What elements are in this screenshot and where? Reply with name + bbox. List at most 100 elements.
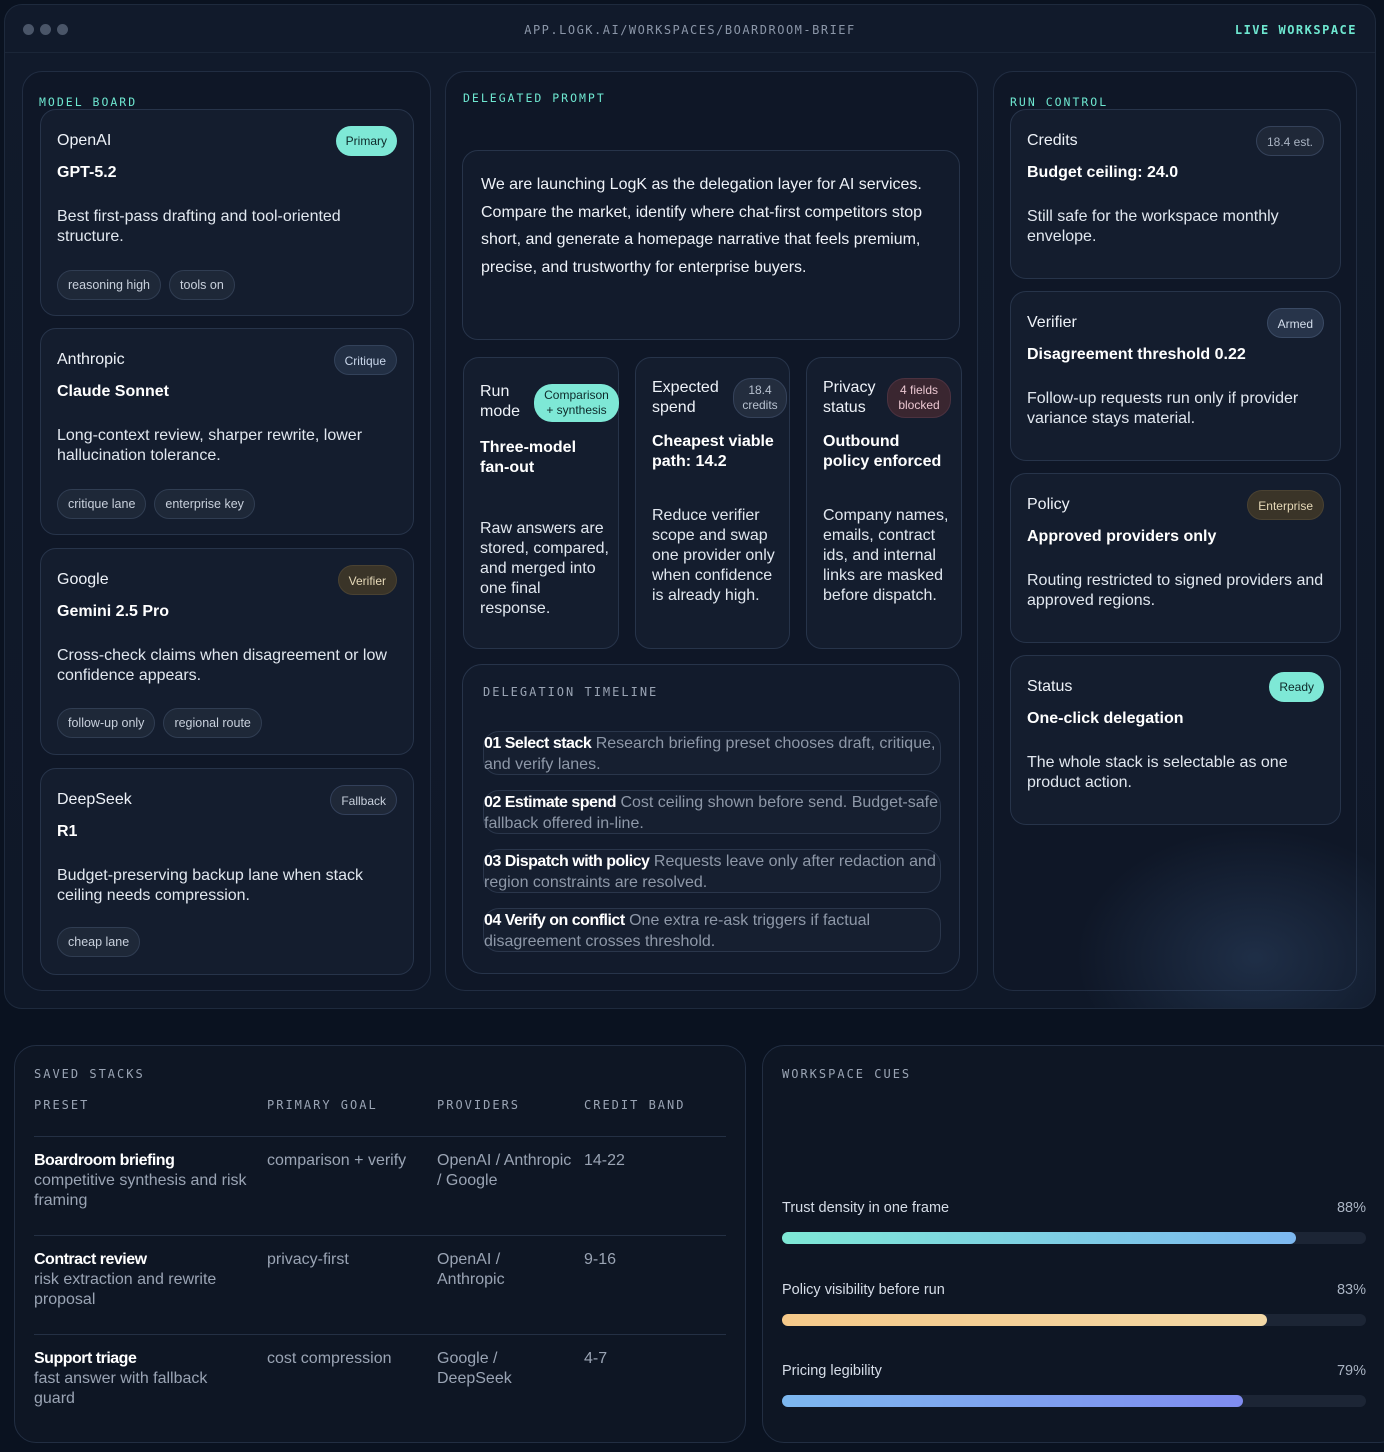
metric-label: Trust density in one frame: [782, 1200, 950, 1216]
metric-value: 79%: [1336, 1363, 1366, 1379]
role-badge: Critique: [333, 345, 397, 375]
card-description: Still safe for the workspace monthly env…: [1027, 208, 1279, 245]
workspace-window: APP.LOGK.AI/WORKSPACES/BOARDROOM-BRIEF L…: [4, 4, 1376, 1009]
chip[interactable]: enterprise key: [154, 489, 255, 519]
delegated-prompt-label: DELEGATED PROMPT: [463, 91, 606, 105]
chip[interactable]: tools on: [169, 270, 235, 300]
role-badge: Primary: [335, 126, 397, 156]
card-heading: Policy: [1027, 496, 1070, 513]
card-heading: Status: [1027, 678, 1073, 695]
mini-title: Outbound policy enforced: [823, 433, 942, 470]
preset-name: Boardroom briefing: [34, 1152, 175, 1169]
privacy-status-card[interactable]: Privacy status 4 fields blocked Outbound…: [806, 357, 962, 649]
progress-fill: [782, 1395, 1244, 1407]
chip[interactable]: cheap lane: [57, 927, 141, 957]
card-badge: 18.4 est.: [1255, 126, 1324, 156]
chip[interactable]: follow-up only: [57, 708, 156, 738]
mini-badge: 4 fields blocked: [887, 378, 951, 418]
table-cell-providers: OpenAI / Anthropic: [437, 1251, 505, 1288]
model-card-google[interactable]: Google Verifier Gemini 2.5 Pro Cross-che…: [40, 548, 414, 755]
model-description: Best first-pass drafting and tool-orient…: [57, 208, 341, 245]
step-title: 01 Select stack: [484, 735, 592, 752]
preset-subtitle: risk extraction and rewrite proposal: [34, 1271, 217, 1308]
card-title: Approved providers only: [1027, 528, 1217, 545]
saved-stacks-label: SAVED STACKS: [34, 1067, 145, 1081]
model-card-openai[interactable]: OpenAI Primary GPT-5.2 Best first-pass d…: [40, 109, 414, 316]
card-heading: Credits: [1027, 132, 1078, 149]
table-row-preset[interactable]: Support triage fast answer with fallback…: [34, 1349, 249, 1409]
mini-heading: Privacy status: [823, 379, 876, 416]
table-cell-goal: comparison + verify: [267, 1152, 407, 1169]
expected-spend-card[interactable]: Expected spend 18.4 credits Cheapest via…: [635, 357, 790, 649]
table-row-preset[interactable]: Contract review risk extraction and rewr…: [34, 1250, 259, 1310]
progress-track: [782, 1395, 1366, 1407]
table-cell-goal: privacy-first: [267, 1251, 349, 1268]
run-control-panel: RUN CONTROL Credits 18.4 est. Budget cei…: [993, 71, 1357, 991]
mini-description: Company names, emails, contract ids, and…: [823, 507, 949, 604]
provider-name: OpenAI: [57, 132, 112, 149]
chip[interactable]: critique lane: [57, 489, 147, 519]
card-badge: Enterprise: [1247, 490, 1324, 520]
step-title: 03 Dispatch with policy: [484, 853, 650, 870]
policy-card[interactable]: Policy Enterprise Approved providers onl…: [1010, 473, 1341, 643]
mini-badge: Comparison + synthesis: [534, 384, 619, 422]
model-card-anthropic[interactable]: Anthropic Critique Claude Sonnet Long-co…: [40, 328, 414, 535]
table-cell-providers: OpenAI / Anthropic / Google: [437, 1152, 572, 1189]
table-cell-providers: Google / DeepSeek: [437, 1350, 512, 1387]
model-description: Cross-check claims when disagreement or …: [57, 647, 387, 684]
mini-title: Three-model fan-out: [480, 439, 577, 476]
model-board-panel: MODEL BOARD OpenAI Primary GPT-5.2 Best …: [22, 71, 431, 991]
preset-subtitle: competitive synthesis and risk framing: [34, 1172, 247, 1209]
timeline-step[interactable]: 04 Verify on conflict One extra re-ask t…: [483, 908, 941, 952]
step-title: 04 Verify on conflict: [484, 912, 625, 929]
metric-label: Policy visibility before run: [782, 1282, 945, 1298]
delegation-timeline: DELEGATION TIMELINE 01 Select stack Rese…: [462, 664, 960, 974]
timeline-step[interactable]: 03 Dispatch with policy Requests leave o…: [483, 849, 941, 893]
metric-label: Pricing legibility: [782, 1363, 882, 1379]
timeline-step[interactable]: 01 Select stack Research briefing preset…: [483, 731, 941, 775]
preset-name: Support triage: [34, 1350, 137, 1367]
card-badge: Armed: [1266, 308, 1324, 338]
chip-row: follow-up only regional route: [57, 708, 262, 738]
row-divider: [34, 1136, 726, 1137]
prompt-text[interactable]: We are launching LogK as the delegation …: [462, 150, 960, 340]
preset-subtitle: fast answer with fallback guard: [34, 1370, 208, 1407]
metric-value: 83%: [1336, 1282, 1366, 1298]
timeline-step[interactable]: 02 Estimate spend Cost ceiling shown bef…: [483, 790, 941, 834]
model-description: Long-context review, sharper rewrite, lo…: [57, 427, 363, 464]
timeline-label: DELEGATION TIMELINE: [483, 685, 659, 699]
table-cell-credit-band: 9-16: [584, 1251, 617, 1268]
run-mode-card[interactable]: Run mode Comparison + synthesis Three-mo…: [463, 357, 619, 649]
address-url[interactable]: APP.LOGK.AI/WORKSPACES/BOARDROOM-BRIEF: [5, 23, 1375, 37]
table-row-preset[interactable]: Boardroom briefing competitive synthesis…: [34, 1151, 259, 1211]
chip[interactable]: reasoning high: [57, 270, 162, 300]
mini-title: Cheapest viable path: 14.2: [652, 433, 774, 470]
card-description: The whole stack is selectable as one pro…: [1027, 754, 1288, 791]
provider-name: DeepSeek: [57, 791, 132, 808]
metric-value: 88%: [1336, 1200, 1366, 1216]
table-cell-goal: cost compression: [267, 1350, 392, 1367]
chip-row: reasoning high tools on: [57, 270, 235, 300]
chip[interactable]: regional route: [163, 708, 262, 738]
model-description: Budget-preserving backup lane when stack…: [57, 867, 363, 904]
provider-name: Anthropic: [57, 351, 125, 368]
card-description: Routing restricted to signed providers a…: [1027, 572, 1324, 609]
verifier-card[interactable]: Verifier Armed Disagreement threshold 0.…: [1010, 291, 1341, 461]
delegated-prompt-panel: DELEGATED PROMPT We are launching LogK a…: [445, 71, 978, 991]
mini-heading: Run mode: [480, 383, 521, 420]
table-cell-credit-band: 14-22: [584, 1152, 625, 1169]
step-title: 02 Estimate spend: [484, 794, 617, 811]
card-description: Follow-up requests run only if provider …: [1027, 390, 1299, 427]
model-name: R1: [57, 823, 78, 840]
workspace-cues-panel: [762, 1045, 1384, 1443]
column-header-goal: PRIMARY GOAL: [267, 1098, 378, 1112]
status-card[interactable]: Status Ready One-click delegation The wh…: [1010, 655, 1341, 825]
model-name: GPT-5.2: [57, 164, 117, 181]
credits-card[interactable]: Credits 18.4 est. Budget ceiling: 24.0 S…: [1010, 109, 1341, 279]
run-control-label: RUN CONTROL: [1010, 95, 1109, 109]
model-card-deepseek[interactable]: DeepSeek Fallback R1 Budget-preserving b…: [40, 768, 414, 975]
role-badge: Verifier: [337, 565, 397, 595]
provider-name: Google: [57, 571, 109, 588]
title-bar: APP.LOGK.AI/WORKSPACES/BOARDROOM-BRIEF L…: [5, 5, 1375, 53]
column-header-credit-band: CREDIT BAND: [584, 1098, 686, 1112]
